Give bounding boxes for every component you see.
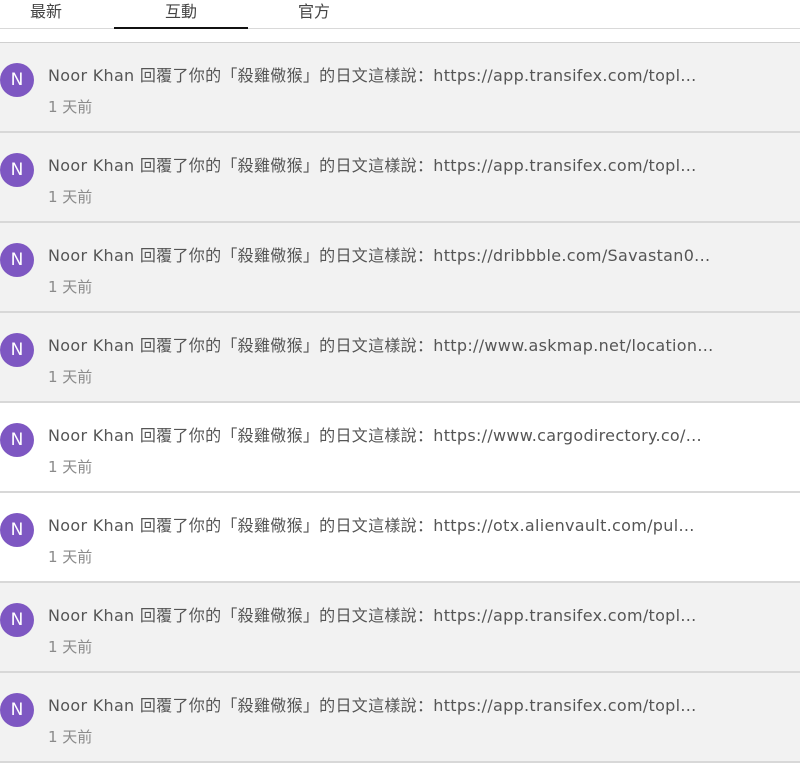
notification-time: 1 天前 [48, 548, 93, 566]
notification-text: Noor Khan 回覆了你的「殺雞儆猴」的日文這樣說：https://app.… [48, 156, 697, 175]
notification-time: 1 天前 [48, 638, 93, 656]
notification-item[interactable]: N Noor Khan 回覆了你的「殺雞儆猴」的日文這樣說：https://dr… [0, 223, 800, 313]
avatar: N [0, 693, 34, 727]
tab-latest[interactable]: 最新 [30, 0, 64, 28]
notification-text: Noor Khan 回覆了你的「殺雞儆猴」的日文這樣說：http://www.a… [48, 336, 714, 355]
avatar: N [0, 243, 34, 277]
avatar: N [0, 423, 34, 457]
tab-bar: 最新 互動 官方 [0, 0, 800, 29]
notification-text: Noor Khan 回覆了你的「殺雞儆猴」的日文這樣說：https://otx.… [48, 516, 695, 535]
notification-text: Noor Khan 回覆了你的「殺雞儆猴」的日文這樣說：https://app.… [48, 606, 697, 625]
avatar: N [0, 63, 34, 97]
notification-text: Noor Khan 回覆了你的「殺雞儆猴」的日文這樣說：https://drib… [48, 246, 711, 265]
notification-time: 1 天前 [48, 458, 93, 476]
notification-time: 1 天前 [48, 728, 93, 746]
notification-item[interactable]: N Noor Khan 回覆了你的「殺雞儆猴」的日文這樣說：https://ot… [0, 493, 800, 583]
notification-time: 1 天前 [48, 368, 93, 386]
tab-official[interactable]: 官方 [298, 0, 334, 28]
tab-interactions[interactable]: 互動 [114, 0, 248, 29]
notification-list: N Noor Khan 回覆了你的「殺雞儆猴」的日文這樣說：https://ap… [0, 42, 800, 763]
notification-item[interactable]: N Noor Khan 回覆了你的「殺雞儆猴」的日文這樣說：https://ww… [0, 403, 800, 493]
avatar: N [0, 513, 34, 547]
notification-time: 1 天前 [48, 98, 93, 116]
avatar: N [0, 153, 34, 187]
notification-text: Noor Khan 回覆了你的「殺雞儆猴」的日文這樣說：https://app.… [48, 66, 697, 85]
notification-item[interactable]: N Noor Khan 回覆了你的「殺雞儆猴」的日文這樣說：https://ap… [0, 43, 800, 133]
notification-item[interactable]: N Noor Khan 回覆了你的「殺雞儆猴」的日文這樣說：https://ap… [0, 583, 800, 673]
notification-time: 1 天前 [48, 188, 93, 206]
notification-item[interactable]: N Noor Khan 回覆了你的「殺雞儆猴」的日文這樣說：https://ap… [0, 673, 800, 763]
avatar: N [0, 333, 34, 367]
notification-item[interactable]: N Noor Khan 回覆了你的「殺雞儆猴」的日文這樣說：https://ap… [0, 133, 800, 223]
avatar: N [0, 603, 34, 637]
notification-time: 1 天前 [48, 278, 93, 296]
notification-item[interactable]: N Noor Khan 回覆了你的「殺雞儆猴」的日文這樣說：http://www… [0, 313, 800, 403]
notification-text: Noor Khan 回覆了你的「殺雞儆猴」的日文這樣說：https://www.… [48, 426, 702, 445]
notification-text: Noor Khan 回覆了你的「殺雞儆猴」的日文這樣說：https://app.… [48, 696, 697, 715]
